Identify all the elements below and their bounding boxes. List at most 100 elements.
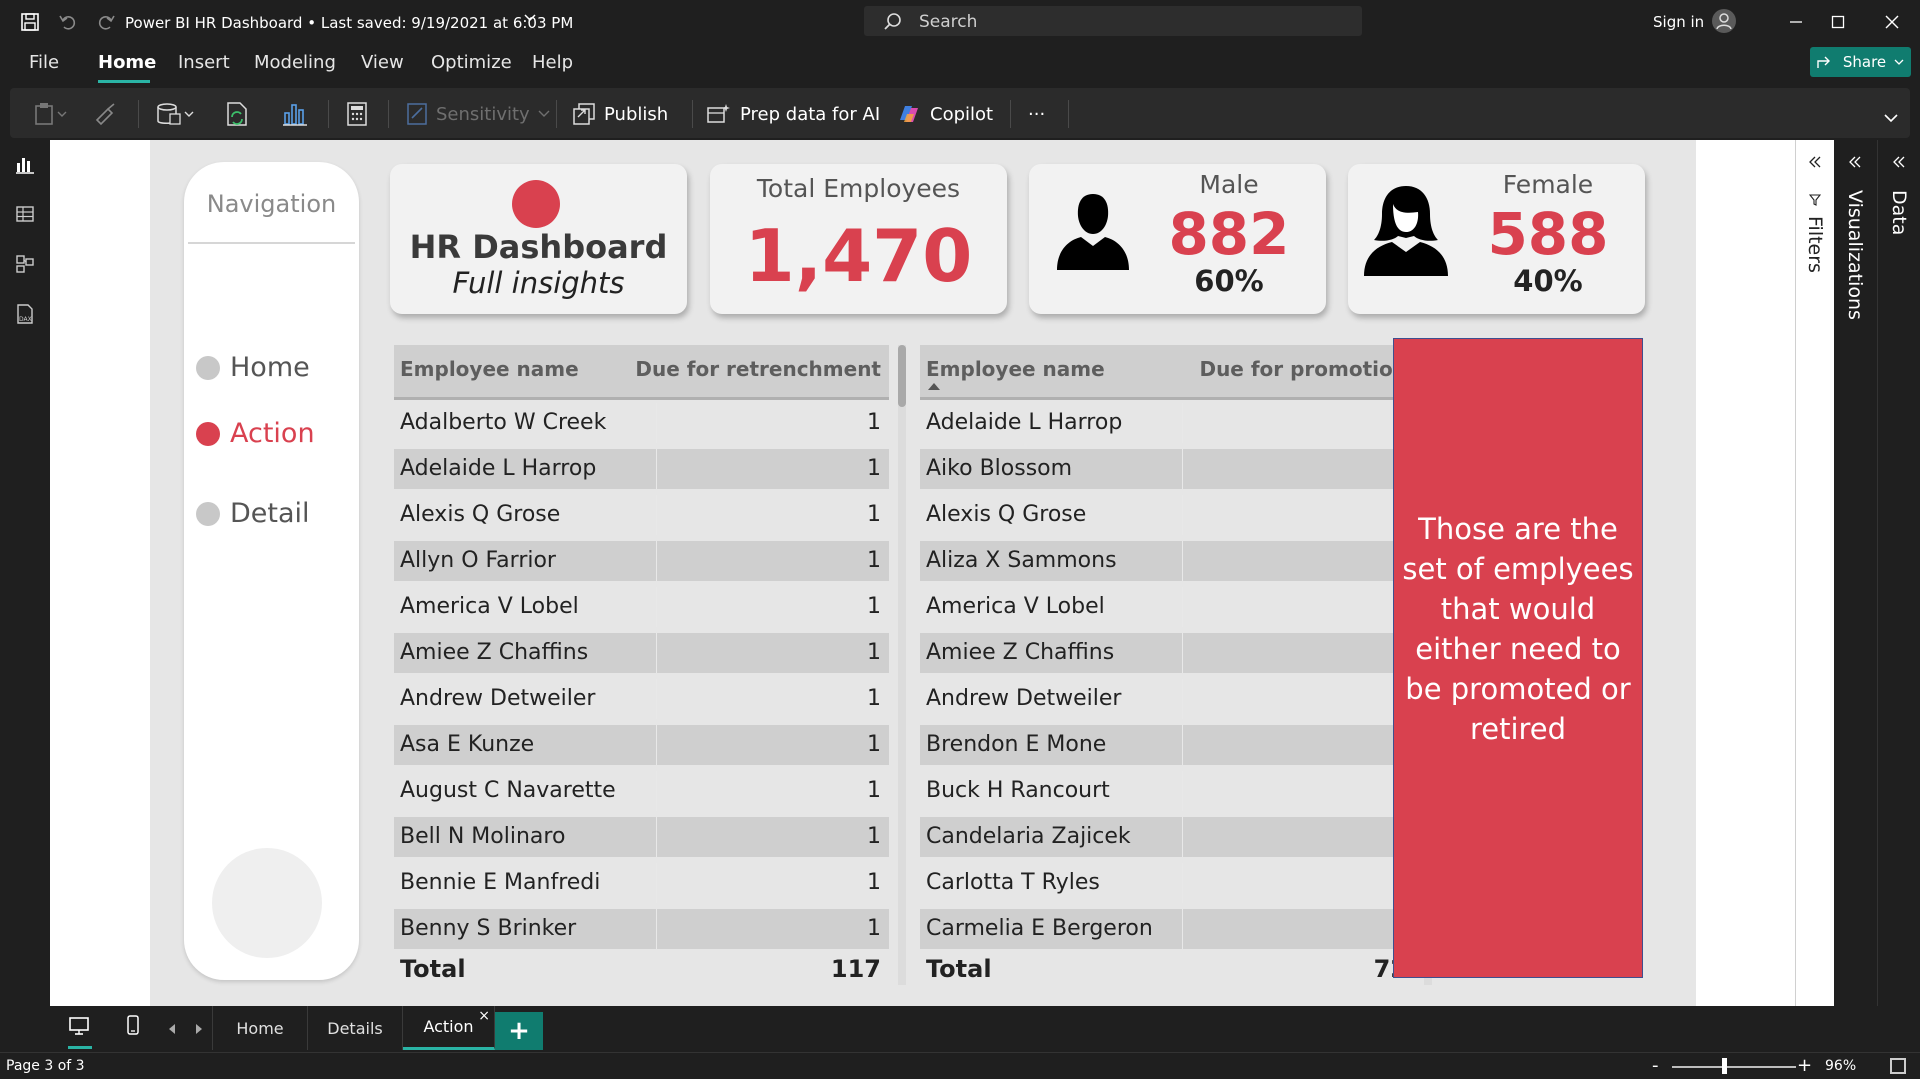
report-view-icon[interactable] bbox=[13, 152, 37, 176]
format-painter-button[interactable] bbox=[94, 100, 118, 128]
sensitivity-button[interactable]: Sensitivity bbox=[406, 100, 550, 128]
table-header: Employee name Due for promotion bbox=[920, 345, 1415, 400]
data-pane[interactable]: Data bbox=[1877, 140, 1920, 1006]
menu-insert[interactable]: Insert bbox=[178, 52, 230, 73]
save-icon[interactable] bbox=[16, 8, 44, 36]
table-row[interactable]: Candelaria Zajicek1 bbox=[920, 817, 1415, 857]
nav-item-home[interactable]: Home bbox=[196, 352, 310, 383]
table-row[interactable]: Allyn O Farrior 1 bbox=[394, 541, 889, 581]
table-row[interactable]: Aliza X Sammons1 bbox=[920, 541, 1415, 581]
menu-view[interactable]: View bbox=[361, 52, 404, 73]
menu-home[interactable]: Home bbox=[98, 52, 156, 73]
dashboard-title: HR Dashboard bbox=[409, 228, 668, 266]
mobile-layout-icon[interactable] bbox=[126, 1014, 140, 1040]
new-measure-button[interactable] bbox=[346, 100, 368, 128]
page-tab-details[interactable]: Details bbox=[308, 1006, 403, 1050]
table-row[interactable]: Aiko Blossom1 bbox=[920, 449, 1415, 489]
scrollbar-thumb[interactable] bbox=[898, 345, 906, 407]
filters-pane[interactable]: Filters bbox=[1795, 140, 1833, 1006]
nav-item-detail[interactable]: Detail bbox=[196, 498, 310, 529]
table-row[interactable]: Amiee Z Chaffins1 bbox=[394, 633, 889, 673]
column-header-employee-name[interactable]: Employee name bbox=[926, 357, 1105, 381]
page-tab-action[interactable]: Action × bbox=[403, 1006, 495, 1050]
dax-query-view-icon[interactable]: DAX bbox=[13, 302, 37, 326]
new-visual-button[interactable] bbox=[282, 100, 308, 128]
desktop-layout-icon[interactable] bbox=[68, 1016, 90, 1040]
copilot-button[interactable]: Copilot bbox=[896, 100, 993, 128]
table-row[interactable]: Carlotta T Ryles1 bbox=[920, 863, 1415, 903]
column-separator bbox=[1182, 633, 1183, 673]
menu-file[interactable]: File bbox=[29, 52, 59, 73]
female-card: Female 588 40% bbox=[1348, 164, 1645, 314]
tab-scroll-left-icon[interactable] bbox=[168, 1020, 176, 1039]
table-row[interactable]: Amiee Z Chaffins1 bbox=[920, 633, 1415, 673]
table-row[interactable]: Andrew Detweiler1 bbox=[920, 679, 1415, 719]
nav-item-action[interactable]: Action bbox=[196, 418, 315, 449]
table-row[interactable]: Brendon E Mone1 bbox=[920, 725, 1415, 765]
get-data-button[interactable] bbox=[156, 100, 196, 128]
zoom-slider[interactable] bbox=[1672, 1066, 1796, 1068]
zoom-slider-thumb[interactable] bbox=[1722, 1058, 1727, 1074]
table-row[interactable]: Benny S Brinker 1 bbox=[394, 909, 889, 949]
prep-data-ai-button[interactable]: Prep data for AI bbox=[706, 100, 880, 128]
maximize-icon[interactable] bbox=[1826, 10, 1850, 34]
column-header-due-for-retrenchment[interactable]: Due for retrenchment bbox=[635, 357, 881, 381]
add-page-button[interactable]: + bbox=[495, 1012, 543, 1050]
zoom-in-button[interactable]: + bbox=[1797, 1055, 1812, 1076]
minimize-icon[interactable] bbox=[1784, 10, 1808, 34]
zoom-out-button[interactable]: - bbox=[1652, 1055, 1659, 1076]
more-options-button[interactable]: ··· bbox=[1028, 100, 1045, 128]
column-header-employee-name[interactable]: Employee name bbox=[400, 357, 579, 381]
employee-name-cell: Andrew Detweiler bbox=[400, 686, 596, 711]
menu-help[interactable]: Help bbox=[532, 52, 573, 73]
table-row[interactable]: Alexis Q Grose1 bbox=[394, 495, 889, 535]
table-row[interactable]: Bell N Molinaro 1 bbox=[394, 817, 889, 857]
table-row[interactable]: Andrew Detweiler1 bbox=[394, 679, 889, 719]
table-row[interactable]: Bennie E Manfredi 1 bbox=[394, 863, 889, 903]
table-row[interactable]: Buck H Rancourt1 bbox=[920, 771, 1415, 811]
table-row[interactable]: Alexis Q Grose1 bbox=[920, 495, 1415, 535]
column-separator bbox=[1182, 449, 1183, 489]
close-tab-icon[interactable]: × bbox=[478, 1008, 490, 1024]
collapse-chevron-icon[interactable] bbox=[1893, 156, 1905, 168]
table-body: Adalberto W Creek 1 Adelaide L Harrop 1 Alex… bbox=[394, 403, 889, 953]
chevron-down-icon[interactable] bbox=[522, 10, 538, 26]
undo-icon[interactable] bbox=[54, 8, 82, 36]
navigation-divider bbox=[188, 242, 355, 244]
page-tab-home[interactable]: Home bbox=[212, 1006, 308, 1050]
retrenchment-scrollbar[interactable] bbox=[898, 345, 906, 985]
tab-scroll-right-icon[interactable] bbox=[195, 1020, 203, 1039]
sign-in-link[interactable]: Sign in bbox=[1653, 13, 1704, 31]
publish-button[interactable]: Publish bbox=[572, 100, 668, 128]
share-button[interactable]: Share bbox=[1810, 47, 1911, 77]
model-view-icon[interactable] bbox=[13, 252, 37, 276]
table-row[interactable]: Adelaide L Harrop1 bbox=[394, 449, 889, 489]
table-row[interactable]: August C Navarette 1 bbox=[394, 771, 889, 811]
collapse-chevron-icon[interactable] bbox=[1849, 156, 1861, 168]
table-row[interactable]: Asa E Kunze 1 bbox=[394, 725, 889, 765]
employee-name-cell: Aliza X Sammons bbox=[926, 548, 1117, 573]
menu-optimize[interactable]: Optimize bbox=[431, 52, 512, 73]
close-icon[interactable] bbox=[1880, 10, 1904, 34]
table-row[interactable]: Adalberto W Creek 1 bbox=[394, 403, 889, 443]
search-input[interactable]: Search bbox=[864, 6, 1362, 36]
table-row[interactable]: Adelaide L Harrop1 bbox=[920, 403, 1415, 443]
user-avatar-icon[interactable] bbox=[1712, 9, 1736, 33]
dashboard-subtitle: Full insights bbox=[452, 266, 625, 300]
collapse-ribbon-button[interactable] bbox=[1884, 104, 1898, 132]
table-row[interactable]: America V Lobel1 bbox=[920, 587, 1415, 627]
publish-label: Publish bbox=[604, 103, 669, 125]
refresh-button[interactable] bbox=[224, 100, 250, 128]
paste-button[interactable] bbox=[34, 100, 68, 128]
redo-icon[interactable] bbox=[92, 8, 120, 36]
ribbon-separator bbox=[138, 100, 139, 128]
retrenchment-table: Employee name Due for retrenchment Adalb… bbox=[394, 345, 889, 985]
table-view-icon[interactable] bbox=[13, 202, 37, 226]
collapse-chevron-icon[interactable] bbox=[1809, 156, 1821, 168]
table-row[interactable]: Carmelia E Bergeron1 bbox=[920, 909, 1415, 949]
visualizations-pane[interactable]: Visualizations bbox=[1834, 140, 1877, 1006]
fit-to-page-icon[interactable] bbox=[1890, 1058, 1906, 1074]
column-header-due-for-promotion[interactable]: Due for promotion bbox=[1199, 357, 1407, 381]
table-row[interactable]: America V Lobel1 bbox=[394, 587, 889, 627]
menu-modeling[interactable]: Modeling bbox=[254, 52, 336, 73]
